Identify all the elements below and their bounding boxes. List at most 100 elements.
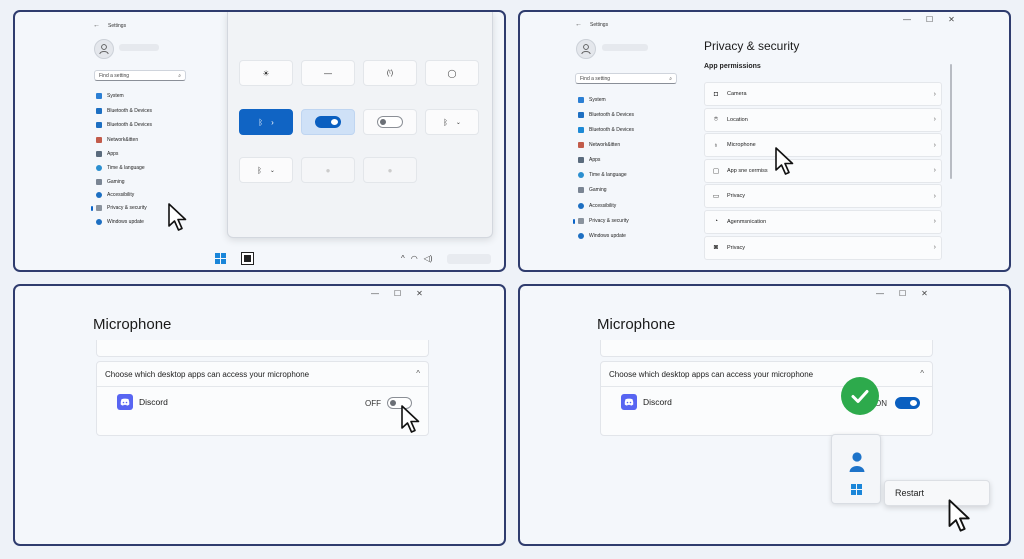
system-tray[interactable]: ^ ◠ ◁) (401, 254, 433, 263)
nav-item-privacy[interactable]: Privacy & security (91, 205, 147, 211)
perm-label: Privacy (727, 244, 746, 251)
chevron-right-icon: › (933, 141, 936, 149)
nav-label: Network&itten (589, 142, 621, 148)
tile-dash[interactable]: — (301, 60, 355, 86)
nav-item-system[interactable]: System (96, 93, 124, 99)
avatar[interactable] (576, 39, 596, 59)
windows-start-icon[interactable] (215, 253, 226, 264)
minimize-icon[interactable]: — (876, 289, 884, 298)
nav-item-bluetooth[interactable]: Bluetooth & Devices (578, 112, 634, 118)
search-input[interactable] (99, 72, 165, 79)
nav-item-accessibility[interactable]: Accessibility (96, 192, 134, 198)
perm-row-microphone[interactable]: ♁ Microphone › (704, 133, 942, 158)
toggle-tile-on[interactable] (301, 109, 355, 135)
chevron-down-icon[interactable]: ⌄ (456, 119, 461, 126)
brightness-tile[interactable]: ☀ (239, 60, 293, 86)
window-controls: — ☐ ✕ (876, 289, 928, 298)
chevron-right-icon: › (933, 244, 936, 252)
toggle-switch-on[interactable] (315, 116, 341, 128)
chevron-right-icon: › (933, 90, 936, 98)
nav-item-privacy[interactable]: Privacy & security (573, 218, 629, 224)
hotspot-icon: (ᵗ) (386, 69, 394, 77)
perm-label: Camera (727, 91, 747, 97)
nav-item-windows-update[interactable]: Windows update (96, 219, 144, 225)
start-power-popup (831, 434, 881, 504)
close-icon[interactable]: ✕ (921, 289, 928, 298)
perm-row-privacy-2[interactable]: ◙ Privacy › (704, 235, 942, 260)
maximize-icon[interactable]: ☐ (394, 289, 401, 298)
chevron-right-icon[interactable]: › (271, 118, 274, 127)
nav-item-devices[interactable]: Bluetooth & Devices (578, 127, 634, 133)
toggle-state-label: OFF (365, 399, 381, 408)
perm-row-communication[interactable]: ◔ Agenmsnication › (704, 209, 942, 234)
nav-item-accessibility[interactable]: Accessibility (578, 203, 616, 209)
empty-tile[interactable]: ● (301, 157, 355, 183)
close-icon[interactable]: ✕ (416, 289, 423, 298)
speaker-icon[interactable]: ◁) (424, 254, 433, 263)
perm-row-location[interactable]: ⌾ Location › (704, 107, 942, 132)
nav-item-devices[interactable]: Bluetooth & Devices (96, 122, 152, 128)
nav-label: Time & language (107, 165, 145, 171)
nav-item-bluetooth[interactable]: Bluetooth & Devices (96, 108, 152, 114)
close-icon[interactable]: ✕ (948, 15, 955, 24)
accessibility-icon (96, 192, 102, 198)
windows-start-icon[interactable] (851, 484, 862, 495)
perm-row-camera[interactable]: ◘ Camera › (704, 82, 942, 106)
nav-item-gaming[interactable]: Gaming (96, 179, 125, 185)
minimize-icon[interactable]: — (903, 15, 911, 24)
search-icon[interactable]: ⌕ (669, 76, 672, 82)
chevron-up-icon[interactable]: ^ (416, 369, 420, 378)
bluetooth-tile-small[interactable]: ᛒ ⌄ (239, 157, 293, 183)
pen-icon (96, 137, 102, 143)
pen-icon (578, 142, 584, 148)
chevron-up-icon[interactable]: ^ (920, 369, 924, 378)
setting-card-collapsed[interactable] (600, 340, 933, 357)
perm-row-app-permissions[interactable]: ▢ App sne cermiss › (704, 158, 942, 183)
nav-item-time[interactable]: Time & language (96, 165, 145, 171)
back-arrow-icon[interactable]: ← (575, 21, 582, 28)
nav-item-apps[interactable]: Apps (96, 151, 118, 157)
toggle-tile-off[interactable] (363, 109, 417, 135)
nav-item-time[interactable]: Time & language (578, 172, 627, 178)
maximize-icon[interactable]: ☐ (899, 289, 906, 298)
discord-microphone-toggle[interactable] (895, 397, 920, 409)
restart-menu-item[interactable]: Restart (884, 480, 990, 506)
microphone-icon: ♁ (713, 141, 719, 149)
hotspot-tile[interactable]: (ᵗ) (363, 60, 417, 86)
back-arrow-icon[interactable]: ← (93, 22, 100, 29)
nav-item-network[interactable]: Network&itten (578, 142, 620, 148)
bluetooth-icon: ᛒ (257, 165, 262, 175)
desktop-apps-prompt: Choose which desktop apps can access you… (609, 370, 814, 379)
perm-row-privacy[interactable]: ▭ Privacy › (704, 184, 942, 209)
search-box[interactable]: ⌕ (94, 70, 186, 81)
minimize-icon[interactable]: — (371, 289, 379, 298)
empty-tile[interactable]: ● (363, 157, 417, 183)
nav-item-system[interactable]: System (578, 97, 606, 103)
bluetooth-tile[interactable]: ᛒ › (239, 109, 293, 135)
wifi-icon[interactable]: ◠ (411, 254, 418, 263)
search-input[interactable] (580, 75, 654, 82)
scrollbar[interactable] (950, 64, 952, 179)
task-view-icon[interactable] (241, 252, 254, 265)
nav-item-network[interactable]: Network&itten (96, 137, 138, 143)
avatar[interactable] (94, 39, 114, 59)
panel-microphone-off: — ☐ ✕ Microphone Choose which desktop ap… (13, 284, 506, 546)
setting-card-collapsed[interactable] (96, 340, 429, 357)
chevron-up-icon[interactable]: ^ (401, 254, 405, 263)
toggle-switch-off[interactable] (377, 116, 403, 128)
bluetooth-expand-tile[interactable]: ᛒ ⌄ (425, 109, 479, 135)
nav-item-windows-update[interactable]: Windows update (578, 233, 626, 239)
update-icon (578, 233, 584, 239)
nav-label: Bluetooth & Devices (107, 122, 153, 128)
clock-placeholder[interactable] (447, 254, 491, 264)
nav-item-apps[interactable]: Apps (578, 157, 600, 163)
bluetooth-icon: ᛒ (258, 117, 264, 127)
user-icon (99, 44, 109, 55)
chat-tile[interactable]: ◯ (425, 60, 479, 86)
chevron-down-icon[interactable]: ⌄ (270, 167, 275, 174)
search-icon[interactable]: ⌕ (178, 73, 181, 79)
search-box[interactable]: ⌕ (575, 73, 677, 84)
maximize-icon[interactable]: ☐ (926, 15, 933, 24)
nav-item-gaming[interactable]: Gaming (578, 187, 607, 193)
user-icon[interactable] (849, 451, 865, 473)
